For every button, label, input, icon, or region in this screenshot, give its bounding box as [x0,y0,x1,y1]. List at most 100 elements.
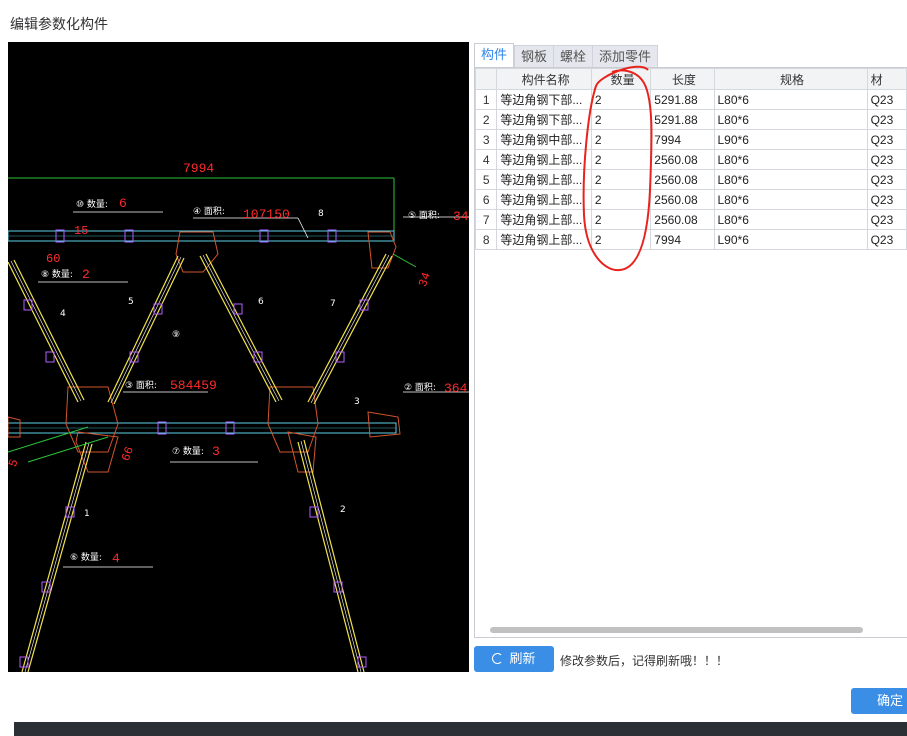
part-number-7: 7 [330,299,336,309]
cell-name[interactable]: 等边角钢下部... [496,109,592,130]
cell-length[interactable]: 2560.08 [650,189,715,210]
table-row[interactable]: 6 等边角钢上部... 2 2560.08 L80*6 Q23 [475,189,907,210]
header-spec[interactable]: 规格 [713,68,868,90]
cell-index: 4 [475,149,498,170]
header-material[interactable]: 材 [866,68,907,90]
part-number-3: 3 [354,397,360,407]
loading-spinner-icon [492,653,504,664]
cell-name[interactable]: 等边角钢上部... [496,149,592,170]
part-number-4: 4 [60,309,66,319]
cell-length[interactable]: 2560.08 [650,149,715,170]
cell-spec[interactable]: L90*6 [713,129,868,150]
header-qty[interactable]: 数量 [590,68,652,90]
header-length[interactable]: 长度 [650,68,715,90]
cad-label-3-prefix: ③ 面积: [125,379,157,391]
cad-label-5-value: 34 [453,209,469,224]
cad-label-8-prefix: ⑧ 数量: [41,268,73,280]
misc-number-34: 34 [416,271,434,289]
cad-label-10-value: 6 [119,196,127,211]
cad-label-5-prefix: ⑤ 面积: [408,209,440,221]
cad-label-3-value: 584459 [170,378,217,393]
cell-spec[interactable]: L80*6 [713,209,868,230]
cell-name[interactable]: 等边角钢下部... [496,89,592,110]
table-header-row: 构件名称 数量 长度 规格 材 [475,68,907,90]
misc-number-60: 60 [46,252,60,266]
cell-material[interactable]: Q23 [866,149,907,170]
part-number-8: 8 [318,209,324,219]
cad-label-10-prefix: ⑩ 数量: [76,198,108,210]
cell-name[interactable]: 等边角钢上部... [496,209,592,230]
confirm-button[interactable]: 确定 [851,688,907,714]
cad-drawing-svg: 7994 ⑩ 数量: ④ 面积: ⑤ 面积: ⑧ 数量: ③ 面积: ② 面积:… [8,161,469,672]
cell-length[interactable]: 5291.88 [650,89,715,110]
cell-qty[interactable]: 2 [590,229,652,250]
table-row[interactable]: 2 等边角钢下部... 2 5291.88 L80*6 Q23 [475,109,907,130]
cell-qty[interactable]: 2 [590,109,652,130]
cell-length[interactable]: 2560.08 [650,209,715,230]
cell-material[interactable]: Q23 [866,209,907,230]
cell-index: 3 [475,129,498,150]
cad-label-6-prefix: ⑥ 数量: [70,551,102,563]
table-row[interactable]: 8 等边角钢上部... 2 7994 L90*6 Q23 [475,229,907,250]
header-name[interactable]: 构件名称 [496,68,592,90]
cell-material[interactable]: Q23 [866,169,907,190]
table-row[interactable]: 5 等边角钢上部... 2 2560.08 L80*6 Q23 [475,169,907,190]
cell-length[interactable]: 7994 [650,229,715,250]
table-row[interactable]: 7 等边角钢上部... 2 2560.08 L80*6 Q23 [475,209,907,230]
cell-material[interactable]: Q23 [866,89,907,110]
tab-bolts[interactable]: 螺栓 [553,45,594,67]
tab-components[interactable]: 构件 [474,43,515,68]
cell-qty[interactable]: 2 [590,169,652,190]
tab-bar: 构件 钢板 螺栓 添加零件 [474,43,907,68]
tab-steel-plate[interactable]: 钢板 [514,45,555,67]
component-table[interactable]: 构件名称 数量 长度 规格 材 1 等边角钢下部... 2 5291.88 L80*6 Q… [474,67,907,638]
cad-label-6-value: 4 [112,551,120,566]
cell-index: 2 [475,109,498,130]
cad-label-7-value: 3 [212,444,220,459]
cell-qty[interactable]: 2 [590,149,652,170]
cell-spec[interactable]: L80*6 [713,89,868,110]
header-index [475,68,498,90]
refresh-button[interactable]: 刷新 [474,646,554,672]
cell-length[interactable]: 5291.88 [650,109,715,130]
cell-length[interactable]: 2560.08 [650,169,715,190]
cell-index: 1 [475,89,498,110]
table-row[interactable]: 3 等边角钢中部... 2 7994 L90*6 Q23 [475,129,907,150]
cell-material[interactable]: Q23 [866,229,907,250]
misc-number-66: 66 [119,445,137,463]
refresh-hint: 修改参数后，记得刷新哦！！！ [560,654,729,668]
cell-qty[interactable]: 2 [590,209,652,230]
cad-label-2-value: 364 [444,381,468,396]
cell-material[interactable]: Q23 [866,189,907,210]
cell-spec[interactable]: L90*6 [713,229,868,250]
cell-name[interactable]: 等边角钢上部... [496,229,592,250]
taskbar-strip [14,722,907,736]
cell-spec[interactable]: L80*6 [713,149,868,170]
horizontal-scrollbar[interactable] [490,627,863,633]
cad-preview[interactable]: 7994 ⑩ 数量: ④ 面积: ⑤ 面积: ⑧ 数量: ③ 面积: ② 面积:… [8,42,469,672]
cell-index: 8 [475,229,498,250]
cad-label-8-value: 2 [82,267,90,282]
table-row[interactable]: 4 等边角钢上部... 2 2560.08 L80*6 Q23 [475,149,907,170]
misc-number-5: 5 [8,457,22,469]
part-number-9: ⑨ [172,330,180,340]
cell-qty[interactable]: 2 [590,89,652,110]
cell-spec[interactable]: L80*6 [713,169,868,190]
tab-add-parts[interactable]: 添加零件 [592,45,659,67]
table-row[interactable]: 1 等边角钢下部... 2 5291.88 L80*6 Q23 [475,89,907,110]
cell-name[interactable]: 等边角钢上部... [496,189,592,210]
cell-material[interactable]: Q23 [866,129,907,150]
cell-name[interactable]: 等边角钢上部... [496,169,592,190]
cell-qty[interactable]: 2 [590,189,652,210]
cell-spec[interactable]: L80*6 [713,189,868,210]
cell-material[interactable]: Q23 [866,109,907,130]
cell-qty[interactable]: 2 [590,129,652,150]
part-number-1: 1 [84,509,90,519]
cell-index: 7 [475,209,498,230]
cell-index: 6 [475,189,498,210]
part-number-5: 5 [128,297,134,307]
cell-name[interactable]: 等边角钢中部... [496,129,592,150]
cell-length[interactable]: 7994 [650,129,715,150]
part-number-2: 2 [340,505,346,515]
cell-spec[interactable]: L80*6 [713,109,868,130]
